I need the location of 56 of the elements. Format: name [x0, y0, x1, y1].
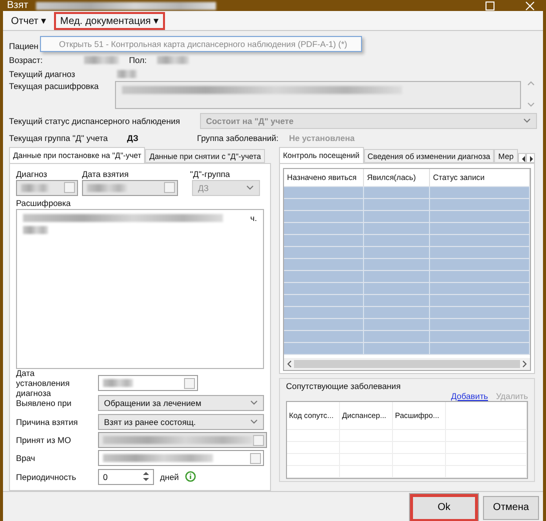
lookup-button[interactable]	[64, 182, 75, 193]
unit-label: дней	[160, 472, 179, 482]
field-label: Дата взятия	[82, 168, 130, 178]
calendar-button[interactable]	[184, 378, 195, 388]
field-label: Врач	[16, 453, 36, 463]
add-link[interactable]: Добавить	[451, 391, 488, 401]
window-title: Взят	[7, 0, 28, 11]
field-label: Периодичность	[16, 472, 78, 482]
field-label: Расшифровка	[16, 198, 71, 208]
scroll-left-icon[interactable]	[286, 360, 292, 368]
scroll-down-icon[interactable]	[527, 102, 535, 107]
group-value: ДЗ	[127, 132, 140, 142]
scroll-up-icon[interactable]	[527, 81, 535, 86]
doctor-field[interactable]	[98, 450, 264, 466]
field-label: Причина взятия	[16, 416, 79, 426]
horizontal-scrollbar[interactable]	[284, 358, 530, 370]
text-fragment: ч.	[250, 213, 257, 223]
tab-scroll-right-icon[interactable]	[526, 153, 535, 163]
date-field[interactable]	[82, 180, 178, 196]
disease-group-label: Группа заболеваний:	[197, 132, 280, 142]
cancel-button[interactable]: Отмена	[483, 496, 539, 520]
diagnosis-field[interactable]	[16, 180, 78, 196]
diagnosis-label: Текущий диагноз	[9, 69, 76, 79]
sex-label: Пол:	[129, 54, 148, 64]
diag-date-field[interactable]	[98, 375, 198, 391]
mo-field[interactable]	[98, 432, 267, 448]
decoding-label: Текущая расшифровка	[9, 81, 100, 91]
caret-icon	[250, 419, 258, 424]
caret-icon	[246, 185, 254, 190]
field-label: Дата установления диагноза	[16, 368, 71, 398]
caret-icon	[523, 118, 531, 123]
status-label: Текущий статус диспансерного наблюдения	[9, 116, 182, 126]
close-icon[interactable]	[525, 0, 535, 10]
field-label: Диагноз	[16, 168, 48, 178]
field-label: "Д"-группа	[190, 168, 230, 178]
scroll-right-icon[interactable]	[522, 360, 528, 368]
group-title: Сопутствующие заболевания	[286, 381, 402, 391]
field-label: Принят из МО	[16, 435, 72, 445]
menu-item[interactable]: Мед. документация ▾	[54, 12, 165, 30]
browse-button[interactable]	[253, 434, 264, 446]
patient-label: Пациен	[9, 40, 38, 50]
period-spinner[interactable]: 0	[98, 468, 154, 484]
caret-icon	[250, 400, 258, 405]
field-label: Выявлено при	[16, 398, 72, 408]
reason-combo[interactable]: Взят из ранее состоящ.	[98, 414, 264, 430]
decoding-textarea[interactable]: ч.	[16, 209, 264, 369]
calendar-button[interactable]	[164, 182, 175, 193]
detected-combo[interactable]: Обращении за лечением	[98, 394, 264, 410]
disease-group-value: Не установлена	[289, 132, 355, 142]
maximize-icon[interactable]	[485, 0, 495, 10]
info-icon[interactable]	[184, 471, 196, 482]
menu-item[interactable]: Отчет ▾	[5, 12, 52, 30]
age-label: Возраст:	[9, 54, 44, 64]
ok-button[interactable]: Ok	[409, 492, 479, 521]
browse-button[interactable]	[250, 452, 261, 464]
group-label: Текущая группа "Д" учета	[9, 132, 109, 142]
